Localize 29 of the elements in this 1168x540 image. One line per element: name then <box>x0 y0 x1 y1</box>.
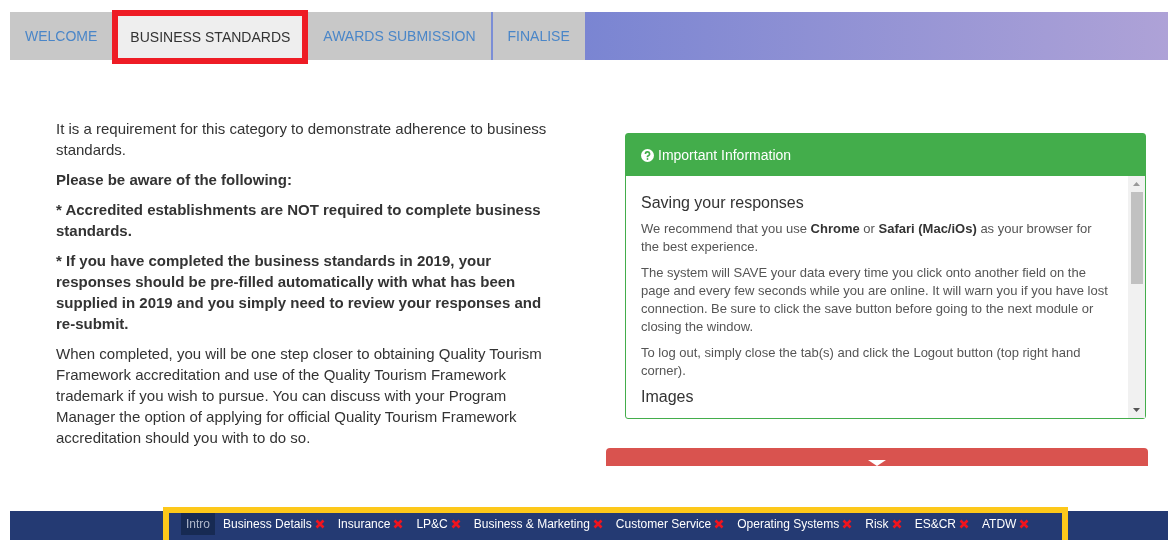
scroll-up-icon[interactable] <box>1132 181 1141 187</box>
paragraph: When completed, you will be one step closer to obtaining Quality Tourism Framework accreditation and use of the Quality Tourism Framework trademark if you wish to pursue. You can discuss with your Program Manager the option of applying for official Quality Tourism Framework accreditation should you with to do so. <box>56 344 543 448</box>
module-tab[interactable]: Intro <box>181 513 215 535</box>
section-heading: Saving your responses <box>641 194 805 212</box>
scroll-thumb[interactable] <box>1130 192 1143 284</box>
module-tab[interactable]: ES&CR <box>909 513 974 535</box>
paragraph: We recommend that you use Chrome or Safari (Mac/iOs) as your browser for the best experience. <box>641 220 1093 256</box>
panel-title: Important Information <box>658 147 792 163</box>
tab[interactable]: BUSINESS STANDARDS <box>118 16 303 58</box>
module-tab[interactable]: ATDW <box>976 513 1035 535</box>
module-tab[interactable]: Insurance <box>332 513 409 535</box>
paragraph: * If you have completed the business standards in 2019, your responses should be pre-filled automatically with what has been supplied in 2019 and you simply need to review your responses and re-submit. <box>56 251 543 334</box>
section-heading: Images <box>641 388 695 406</box>
paragraph: Please be aware of the following: <box>56 170 293 190</box>
scrollbar[interactable] <box>1128 176 1145 418</box>
module-tab[interactable]: Risk <box>860 513 907 535</box>
paragraph: To log out, simply close the tab(s) and click the Logout button (top right hand corner). <box>641 344 1082 380</box>
caret-icon <box>868 460 886 466</box>
module-tab[interactable]: Operating Systems <box>732 513 858 535</box>
paragraph: The system will SAVE your data every time you click onto another field on the page and every few seconds while you are online. It will warn you if you have lost connection. Be sure to click the save button before going to the next module or closing the window. <box>641 264 1109 336</box>
module-tab[interactable]: Customer Service <box>610 513 730 535</box>
scroll-down-icon[interactable] <box>1132 407 1141 413</box>
module-tab[interactable]: Business Details <box>218 513 330 535</box>
paragraph: * Accredited establishments are NOT required to complete business standards. <box>56 200 542 241</box>
module-tab[interactable]: Business & Marketing <box>468 513 608 535</box>
module-tab[interactable]: LP&C <box>411 513 466 535</box>
collapse-bar[interactable] <box>606 448 1148 466</box>
question-icon <box>641 148 654 162</box>
paragraph: It is a requirement for this category to demonstrate adherence to business standards. <box>56 119 548 160</box>
